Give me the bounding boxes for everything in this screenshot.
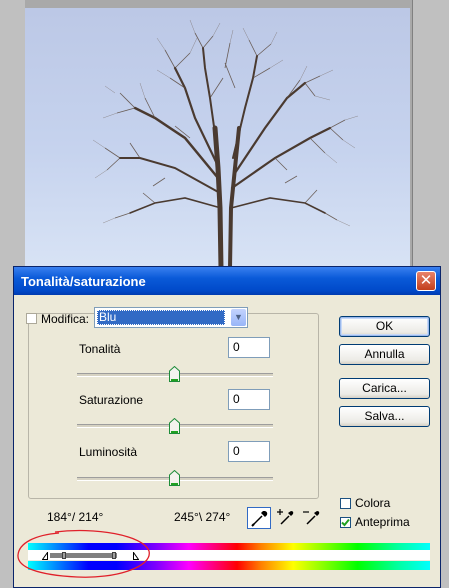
eyedropper-icon [251, 511, 268, 527]
modifica-label: Modifica: [41, 312, 90, 326]
range-outer-right-handle[interactable] [133, 552, 139, 560]
hue-slider-thumb[interactable] [169, 366, 180, 382]
hue-saturation-dialog: Tonalità/saturazione ✕ Modifica: Blu ▼ T… [13, 266, 441, 588]
preview-checkbox[interactable] [340, 517, 351, 528]
eyedropper-minus-button[interactable] [301, 507, 325, 529]
saturation-label: Saturazione [79, 393, 144, 407]
ok-button[interactable]: OK [339, 316, 430, 337]
eyedropper-minus-icon [303, 511, 320, 525]
close-button[interactable]: ✕ [416, 271, 436, 291]
title-bar[interactable]: Tonalità/saturazione ✕ [14, 267, 440, 295]
eyedropper-plus-icon [277, 509, 294, 525]
range-outer-left-handle[interactable] [42, 552, 48, 560]
colorize-label: Colora [355, 496, 391, 510]
lightness-slider-thumb[interactable] [169, 470, 180, 486]
checkmark-icon [341, 518, 350, 527]
photo-sky [25, 8, 410, 268]
group-checkbox[interactable] [26, 313, 37, 324]
range-inner-right-handle[interactable] [112, 552, 116, 559]
modifica-selected-value: Blu [97, 310, 225, 325]
chevron-down-icon[interactable]: ▼ [231, 309, 246, 326]
lightness-label: Luminosità [79, 445, 138, 459]
hue-label: Tonalità [79, 342, 121, 356]
hue-input[interactable]: 0 [228, 337, 270, 358]
load-button[interactable]: Carica... [339, 378, 430, 399]
color-range-band[interactable] [50, 553, 117, 558]
range-right-text: 245°\ 274° [174, 510, 231, 524]
color-range-slider[interactable] [28, 550, 430, 560]
colorize-checkbox[interactable] [340, 498, 351, 509]
dialog-title: Tonalità/saturazione [21, 274, 146, 289]
eyedropper-plus-button[interactable] [275, 507, 299, 529]
close-icon: ✕ [419, 272, 433, 289]
range-left-text: 184°/ 214° [47, 510, 104, 524]
tree-image [92, 19, 359, 268]
image-canvas [25, 0, 413, 268]
saturation-input[interactable]: 0 [228, 389, 270, 410]
result-color-bar [28, 561, 430, 570]
lightness-input[interactable]: 0 [228, 441, 270, 462]
modifica-select[interactable]: Blu ▼ [94, 307, 248, 328]
save-button[interactable]: Salva... [339, 406, 430, 427]
range-inner-left-handle[interactable] [62, 552, 66, 559]
saturation-slider-thumb[interactable] [169, 418, 180, 434]
preview-label: Anteprima [355, 515, 410, 529]
eyedropper-button[interactable] [247, 507, 271, 529]
cancel-button[interactable]: Annulla [339, 344, 430, 365]
